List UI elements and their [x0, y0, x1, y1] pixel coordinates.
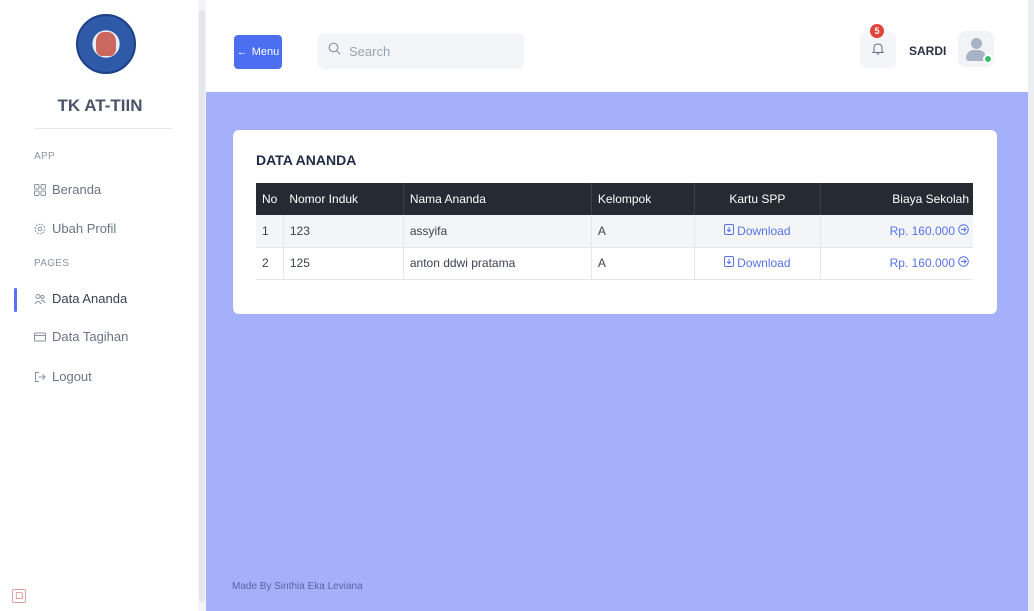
section-label-pages: PAGES — [34, 258, 70, 269]
column-header: Kartu SPP — [693, 183, 821, 215]
table-header-row: No Nomor Induk Nama Ananda Kelompok Kart… — [256, 183, 973, 215]
column-header: Nama Ananda — [402, 183, 592, 215]
page-scrollbar[interactable] — [1028, 0, 1034, 611]
search-input[interactable] — [349, 43, 509, 59]
sidebar-scrollbar[interactable] — [198, 0, 206, 611]
username[interactable]: SARDI — [909, 44, 946, 58]
footer-credit: Made By Sinthia Eka Leviana — [232, 581, 363, 592]
school-logo — [76, 14, 136, 74]
menu-button-label: Menu — [251, 46, 280, 58]
section-label-app: APP — [34, 151, 55, 162]
topbar: ← Menu 5 SARDI — [206, 0, 1028, 92]
brand-name: TK AT-TIIN — [57, 96, 143, 115]
data-ananda-card: DATA ANANDA No Nomor Induk Nama Ananda K… — [233, 130, 997, 314]
app-icon: ☐ — [12, 589, 26, 603]
card-title: DATA ANANDA — [256, 152, 357, 168]
online-status-dot — [983, 54, 993, 64]
users-icon — [34, 293, 46, 305]
data-ananda-table: No Nomor Induk Nama Ananda Kelompok Kart… — [256, 183, 973, 280]
cell-kartu-spp: Download — [693, 247, 821, 280]
biaya-value: Rp. 160.000 — [889, 223, 955, 238]
cell-biaya: Rp. 160.000 — [819, 215, 973, 248]
cell-nomor-induk: 125 — [282, 247, 404, 280]
search-box[interactable] — [318, 33, 524, 69]
table-row: 1 123 assyifa A Download Rp. 160.000 — [256, 215, 973, 248]
column-header: No — [262, 192, 278, 206]
column-header: Kelompok — [590, 183, 695, 215]
card-icon — [34, 331, 46, 343]
scrollbar-thumb[interactable] — [199, 10, 205, 602]
bell-icon — [871, 42, 885, 58]
avatar-head — [971, 38, 982, 49]
cell-no: 1 — [256, 215, 284, 248]
cell-kelompok: A — [590, 215, 695, 248]
avatar[interactable] — [958, 31, 994, 67]
sidebar-divider — [34, 128, 172, 129]
cell-nama: assyifa — [402, 215, 592, 248]
sidebar-item-label: Data Tagihan — [52, 329, 129, 344]
file-icon — [724, 256, 735, 270]
sidebar-item-label: Data Ananda — [52, 291, 128, 306]
cell-kartu-spp: Download — [693, 215, 821, 248]
grid-icon — [34, 183, 46, 196]
sidebar-item-label: Ubah Profil — [52, 221, 117, 236]
sidebar-item-logout[interactable]: Logout — [34, 369, 92, 384]
sidebar-item-data-tagihan[interactable]: Data Tagihan — [34, 329, 128, 344]
table-row: 2 125 anton ddwi pratama A Download Rp. … — [256, 247, 973, 280]
download-link[interactable]: Download — [724, 223, 791, 238]
active-indicator — [14, 288, 17, 312]
sidebar: TK AT-TIIN APP Beranda Ubah Profil PAGES… — [0, 0, 198, 611]
cell-nomor-induk: 123 — [282, 215, 404, 248]
arrow-left-icon: ← — [236, 46, 248, 58]
menu-button[interactable]: ← Menu — [234, 35, 282, 69]
column-header: Nomor Induk — [289, 192, 359, 206]
arrow-circle-right-icon — [958, 256, 969, 270]
biaya-link[interactable]: Rp. 160.000 — [890, 256, 969, 270]
sidebar-item-label: Beranda — [52, 182, 102, 197]
sidebar-item-data-ananda[interactable]: Data Ananda — [34, 291, 127, 306]
biaya-value: Rp. 160.000 — [889, 256, 955, 270]
cell-kelompok: A — [590, 247, 695, 280]
column-header: Biaya Sekolah — [819, 183, 973, 215]
cell-biaya: Rp. 160.000 — [819, 247, 973, 280]
main-content: DATA ANANDA No Nomor Induk Nama Ananda K… — [206, 92, 1028, 611]
download-label: Download — [737, 256, 791, 270]
logout-icon — [34, 371, 46, 383]
notification-count-badge: 5 — [870, 24, 884, 38]
sidebar-item-beranda[interactable]: Beranda — [34, 182, 101, 197]
cell-nama: anton ddwi pratama — [402, 247, 592, 280]
cell-no: 2 — [256, 247, 284, 280]
file-icon — [724, 223, 735, 238]
arrow-circle-right-icon — [958, 223, 969, 238]
biaya-link[interactable]: Rp. 160.000 — [890, 224, 969, 238]
search-icon — [328, 42, 341, 60]
download-label: Download — [737, 223, 791, 238]
sidebar-item-label: Logout — [52, 369, 92, 384]
sidebar-item-ubah-profil[interactable]: Ubah Profil — [34, 221, 116, 236]
gear-icon — [34, 223, 46, 235]
download-link[interactable]: Download — [724, 256, 791, 270]
